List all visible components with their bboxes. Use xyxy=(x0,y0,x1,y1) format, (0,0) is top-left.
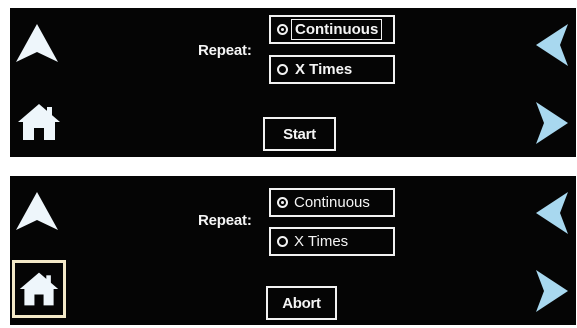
option-continuous[interactable]: Continuous xyxy=(269,15,395,44)
radio-unselected-icon[interactable] xyxy=(277,64,288,75)
repeat-label: Repeat: xyxy=(198,42,252,59)
home-icon xyxy=(19,272,59,306)
repeat-label: Repeat: xyxy=(198,212,252,229)
option-x-times[interactable]: X Times xyxy=(269,227,395,256)
right-arrow-icon xyxy=(536,102,568,144)
home-button[interactable] xyxy=(16,100,62,144)
option-label: X Times xyxy=(294,233,349,250)
nav-up-button[interactable] xyxy=(14,22,60,66)
screen-start-state: Repeat: Continuous X Times Start xyxy=(10,8,576,157)
start-button[interactable]: Start xyxy=(263,117,336,151)
up-arrow-icon xyxy=(16,24,58,62)
home-button-highlighted[interactable] xyxy=(12,260,66,318)
option-x-times[interactable]: X Times xyxy=(269,55,395,84)
radio-unselected-icon[interactable] xyxy=(277,236,288,247)
radio-selected-icon[interactable] xyxy=(277,24,288,35)
nav-up-button[interactable] xyxy=(14,190,60,234)
screen-abort-state: Repeat: Continuous X Times Abort xyxy=(10,176,576,325)
nav-left-button[interactable] xyxy=(534,22,570,68)
left-arrow-icon xyxy=(536,192,568,234)
nav-right-button[interactable] xyxy=(534,100,570,146)
option-label: Continuous xyxy=(291,19,383,40)
up-arrow-icon xyxy=(16,192,58,230)
left-arrow-icon xyxy=(536,24,568,66)
option-label: Continuous xyxy=(294,194,370,211)
home-icon xyxy=(18,104,60,140)
option-label: X Times xyxy=(295,61,353,78)
abort-button[interactable]: Abort xyxy=(266,286,337,320)
nav-right-button[interactable] xyxy=(534,268,570,314)
right-arrow-icon xyxy=(536,270,568,312)
option-continuous[interactable]: Continuous xyxy=(269,188,395,217)
radio-selected-icon[interactable] xyxy=(277,197,288,208)
nav-left-button[interactable] xyxy=(534,190,570,236)
